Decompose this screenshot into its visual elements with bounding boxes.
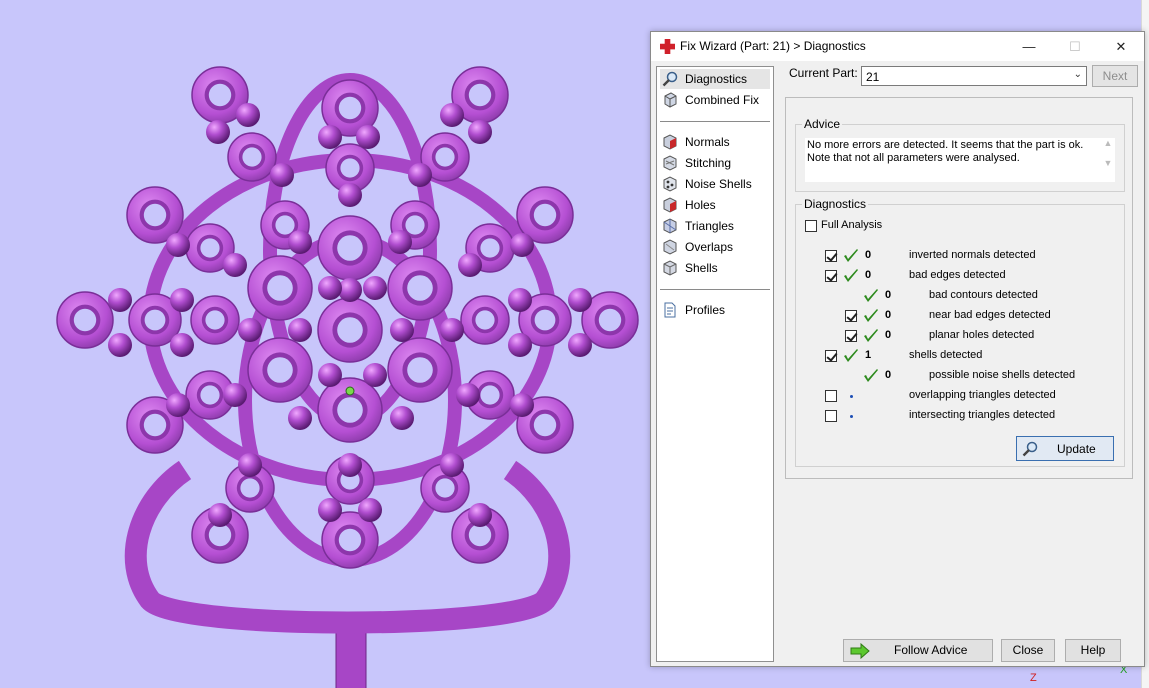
diagnostic-checkbox[interactable] xyxy=(845,310,857,322)
axis-z-label: Z xyxy=(1030,672,1037,684)
holes-icon xyxy=(663,197,677,213)
green-check-icon xyxy=(864,369,878,382)
diagnostic-count: 0 xyxy=(885,309,892,321)
diagnostic-label: planar holes detected xyxy=(929,329,1035,341)
nav-item-normals[interactable]: Normals xyxy=(660,132,770,152)
nav-item-holes[interactable]: Holes xyxy=(660,195,770,215)
nav-item-stitching[interactable]: Stitching xyxy=(660,153,770,173)
diagnostic-checkbox[interactable] xyxy=(825,270,837,282)
advice-group: Advice No more errors are detected. It s… xyxy=(795,117,1125,192)
update-button[interactable]: Update xyxy=(1016,436,1114,461)
advice-text: No more errors are detected. It seems th… xyxy=(807,139,1084,164)
magnifier-icon xyxy=(1022,441,1038,457)
nav-label: Profiles xyxy=(685,303,726,317)
nav-item-combined-fix[interactable]: Combined Fix xyxy=(660,90,770,110)
nav-divider xyxy=(660,289,770,290)
green-check-icon xyxy=(864,309,878,322)
fix-wizard-cross-icon xyxy=(660,39,675,54)
green-check-icon xyxy=(864,329,878,342)
diagnostics-panel: Advice No more errors are detected. It s… xyxy=(785,97,1133,479)
nav-label: Overlaps xyxy=(685,240,734,254)
green-check-icon xyxy=(864,289,878,302)
nav-label: Diagnostics xyxy=(685,72,748,86)
diagnostic-label: bad edges detected xyxy=(909,269,1006,281)
close-window-button[interactable]: ✕ xyxy=(1098,32,1144,61)
nav-item-diagnostics[interactable]: Diagnostics xyxy=(660,69,770,89)
follow-advice-label: Follow Advice xyxy=(894,643,968,657)
diagnostic-count: 0 xyxy=(865,269,872,281)
diagnostic-checkbox[interactable] xyxy=(825,390,837,402)
profiles-icon xyxy=(664,302,676,318)
advice-scrollbar[interactable]: ▲ ▼ xyxy=(1101,138,1115,182)
nav-item-overlaps[interactable]: Overlaps xyxy=(660,237,770,257)
green-check-icon xyxy=(844,249,858,262)
nav-divider xyxy=(660,121,770,122)
diagnostic-checkbox[interactable] xyxy=(825,250,837,262)
nav-item-noise-shells[interactable]: Noise Shells xyxy=(660,174,770,194)
diagnostic-checkbox[interactable] xyxy=(845,330,857,342)
close-button[interactable]: Close xyxy=(1001,639,1055,662)
nav-label: Noise Shells xyxy=(685,177,752,191)
diagnostic-count: 0 xyxy=(885,369,892,381)
stitching-icon xyxy=(663,155,677,171)
advice-title: Advice xyxy=(802,117,843,131)
diagnostic-label: possible noise shells detected xyxy=(929,369,1076,381)
minimize-button[interactable]: — xyxy=(1006,32,1052,61)
nav-item-shells[interactable]: Shells xyxy=(660,258,770,278)
diagnostic-checkbox[interactable] xyxy=(825,350,837,362)
shells-icon xyxy=(663,260,677,276)
full-analysis-checkbox[interactable] xyxy=(805,220,817,232)
maximize-button: ☐ xyxy=(1069,39,1081,54)
combined-fix-icon xyxy=(664,92,677,108)
full-analysis-label: Full Analysis xyxy=(821,219,883,231)
diagnostic-count: 1 xyxy=(865,349,872,361)
noise-shells-icon xyxy=(663,176,677,192)
current-part-value: 21 xyxy=(866,70,880,84)
green-check-icon xyxy=(844,269,858,282)
diagnostics-group: Diagnostics Full Analysis 0 inverted norm… xyxy=(795,197,1125,467)
green-arrow-icon xyxy=(850,643,870,659)
diagnostic-label: bad contours detected xyxy=(929,289,1038,301)
next-button: Next xyxy=(1092,65,1138,87)
wizard-nav: Diagnostics Combined Fix Normals Stitchi… xyxy=(656,66,774,662)
diagnostic-label: intersecting triangles detected xyxy=(909,409,1056,421)
diagnostic-label: overlapping triangles detected xyxy=(909,389,1056,401)
nav-label: Combined Fix xyxy=(685,93,760,107)
window-title: Fix Wizard (Part: 21) > Diagnostics xyxy=(680,39,866,53)
diagnostics-title: Diagnostics xyxy=(802,197,869,211)
nav-label: Stitching xyxy=(685,156,732,170)
advice-textbox[interactable]: No more errors are detected. It seems th… xyxy=(805,138,1115,182)
diagnostic-label: inverted normals detected xyxy=(909,249,1036,261)
diagnostic-count: 0 xyxy=(865,249,872,261)
chevron-down-icon: ⌄ xyxy=(1073,69,1082,80)
3d-viewport[interactable] xyxy=(0,0,650,688)
update-label: Update xyxy=(1057,442,1096,456)
magnifier-icon xyxy=(662,71,678,87)
nav-item-profiles[interactable]: Profiles xyxy=(660,300,770,320)
diagnostic-count: 0 xyxy=(885,289,892,301)
overlaps-icon xyxy=(663,239,677,255)
nav-label: Normals xyxy=(685,135,730,149)
pending-dot-icon xyxy=(850,395,853,398)
nav-item-triangles[interactable]: Triangles xyxy=(660,216,770,236)
diagnostic-label: near bad edges detected xyxy=(929,309,1051,321)
triangles-icon xyxy=(663,218,677,234)
current-part-label: Current Part: xyxy=(789,66,858,80)
fix-wizard-dialog: Fix Wizard (Part: 21) > Diagnostics — ☐ … xyxy=(650,31,1145,667)
follow-advice-button[interactable]: Follow Advice xyxy=(843,639,993,662)
nav-label: Triangles xyxy=(685,219,734,233)
normals-icon xyxy=(663,134,677,150)
nav-label: Shells xyxy=(685,261,718,275)
part-model xyxy=(56,66,639,688)
diagnostic-label: shells detected xyxy=(909,349,983,361)
title-bar[interactable]: Fix Wizard (Part: 21) > Diagnostics — ☐ … xyxy=(651,32,1144,61)
nav-label: Holes xyxy=(685,198,716,212)
help-button[interactable]: Help xyxy=(1065,639,1121,662)
diagnostic-checkbox[interactable] xyxy=(825,410,837,422)
green-check-icon xyxy=(844,349,858,362)
current-part-select[interactable]: 21 ⌄ xyxy=(861,66,1087,86)
diagnostic-count: 0 xyxy=(885,329,892,341)
pending-dot-icon xyxy=(850,415,853,418)
